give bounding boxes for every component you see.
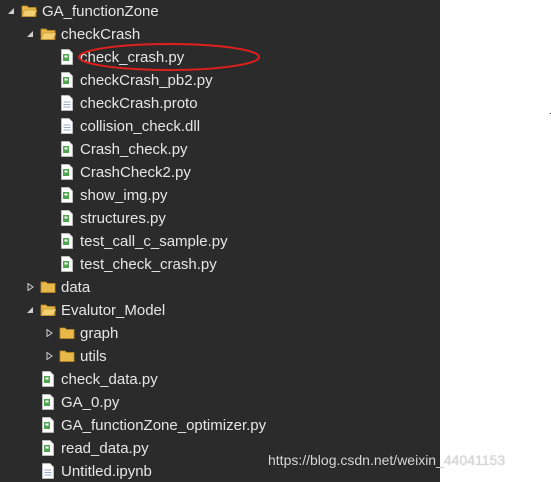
- file-icon: [40, 463, 56, 479]
- tree-item-label: Untitled.ipynb: [61, 463, 152, 480]
- tree-item-label: checkCrash.proto: [80, 95, 198, 112]
- tree-item-label: test_call_c_sample.py: [80, 233, 228, 250]
- python-file-icon: [59, 210, 75, 226]
- tree-item-label: show_img.py: [80, 187, 168, 204]
- folder-icon: [40, 26, 56, 42]
- tree-item[interactable]: GA_functionZone: [0, 0, 440, 23]
- tree-item[interactable]: GA_functionZone_optimizer.py: [0, 414, 440, 437]
- project-explorer-panel: GA_functionZone checkCrash check_crash.p…: [0, 0, 440, 482]
- tree-item[interactable]: data: [0, 276, 440, 299]
- tree-item-label: structures.py: [80, 210, 166, 227]
- python-file-icon: [40, 440, 56, 456]
- python-file-icon: [59, 233, 75, 249]
- tree-item[interactable]: graph: [0, 322, 440, 345]
- python-file-icon: [40, 417, 56, 433]
- python-file-icon: [59, 72, 75, 88]
- tree-item[interactable]: collision_check.dll: [0, 115, 440, 138]
- file-icon: [59, 95, 75, 111]
- chevron-down-icon[interactable]: [25, 305, 35, 315]
- python-file-icon: [59, 141, 75, 157]
- blank-area: [440, 0, 551, 482]
- tree-item[interactable]: CrashCheck2.py: [0, 161, 440, 184]
- watermark-text: https://blog.csdn.net/weixin_44041153: [268, 452, 506, 468]
- folder-icon: [59, 348, 75, 364]
- python-file-icon: [59, 187, 75, 203]
- tree-item[interactable]: check_data.py: [0, 368, 440, 391]
- python-file-icon: [59, 256, 75, 272]
- chevron-right-icon[interactable]: [44, 328, 54, 338]
- tree-item-label: collision_check.dll: [80, 118, 201, 135]
- tree-item-label: checkCrash_pb2.py: [80, 72, 213, 89]
- folder-icon: [59, 325, 75, 341]
- chevron-right-icon[interactable]: [44, 351, 54, 361]
- tree-item-label: check_data.py: [61, 371, 158, 388]
- tree-item-label: GA_functionZone: [42, 3, 159, 20]
- tree-item[interactable]: Evalutor_Model: [0, 299, 440, 322]
- folder-icon: [40, 279, 56, 295]
- tree-item[interactable]: checkCrash_pb2.py: [0, 69, 440, 92]
- tree-item-label: GA_functionZone_optimizer.py: [61, 417, 267, 434]
- python-file-icon: [40, 394, 56, 410]
- tree-item[interactable]: checkCrash.proto: [0, 92, 440, 115]
- python-file-icon: [59, 164, 75, 180]
- python-file-icon: [59, 49, 75, 65]
- chevron-right-icon[interactable]: [25, 282, 35, 292]
- tree-item[interactable]: test_check_crash.py: [0, 253, 440, 276]
- tree-item[interactable]: test_call_c_sample.py: [0, 230, 440, 253]
- tree-item[interactable]: Crash_check.py: [0, 138, 440, 161]
- tree-item-label: test_check_crash.py: [80, 256, 217, 273]
- tree-item-label: Evalutor_Model: [61, 302, 166, 319]
- python-file-icon: [40, 371, 56, 387]
- chevron-down-icon[interactable]: [25, 29, 35, 39]
- chevron-down-icon[interactable]: [6, 6, 16, 16]
- tree-item-label: GA_0.py: [61, 394, 120, 411]
- tree-item-label: graph: [80, 325, 119, 342]
- file-icon: [59, 118, 75, 134]
- tree-item[interactable]: utils: [0, 345, 440, 368]
- tree-item[interactable]: show_img.py: [0, 184, 440, 207]
- tree-item-label: Crash_check.py: [80, 141, 188, 158]
- tree-item-label: read_data.py: [61, 440, 149, 457]
- tree-item-label: CrashCheck2.py: [80, 164, 191, 181]
- folder-icon: [21, 3, 37, 19]
- tree-item[interactable]: structures.py: [0, 207, 440, 230]
- tree-item-label: utils: [80, 348, 107, 365]
- tree-item[interactable]: GA_0.py: [0, 391, 440, 414]
- tree-item-label: data: [61, 279, 91, 296]
- folder-icon: [40, 302, 56, 318]
